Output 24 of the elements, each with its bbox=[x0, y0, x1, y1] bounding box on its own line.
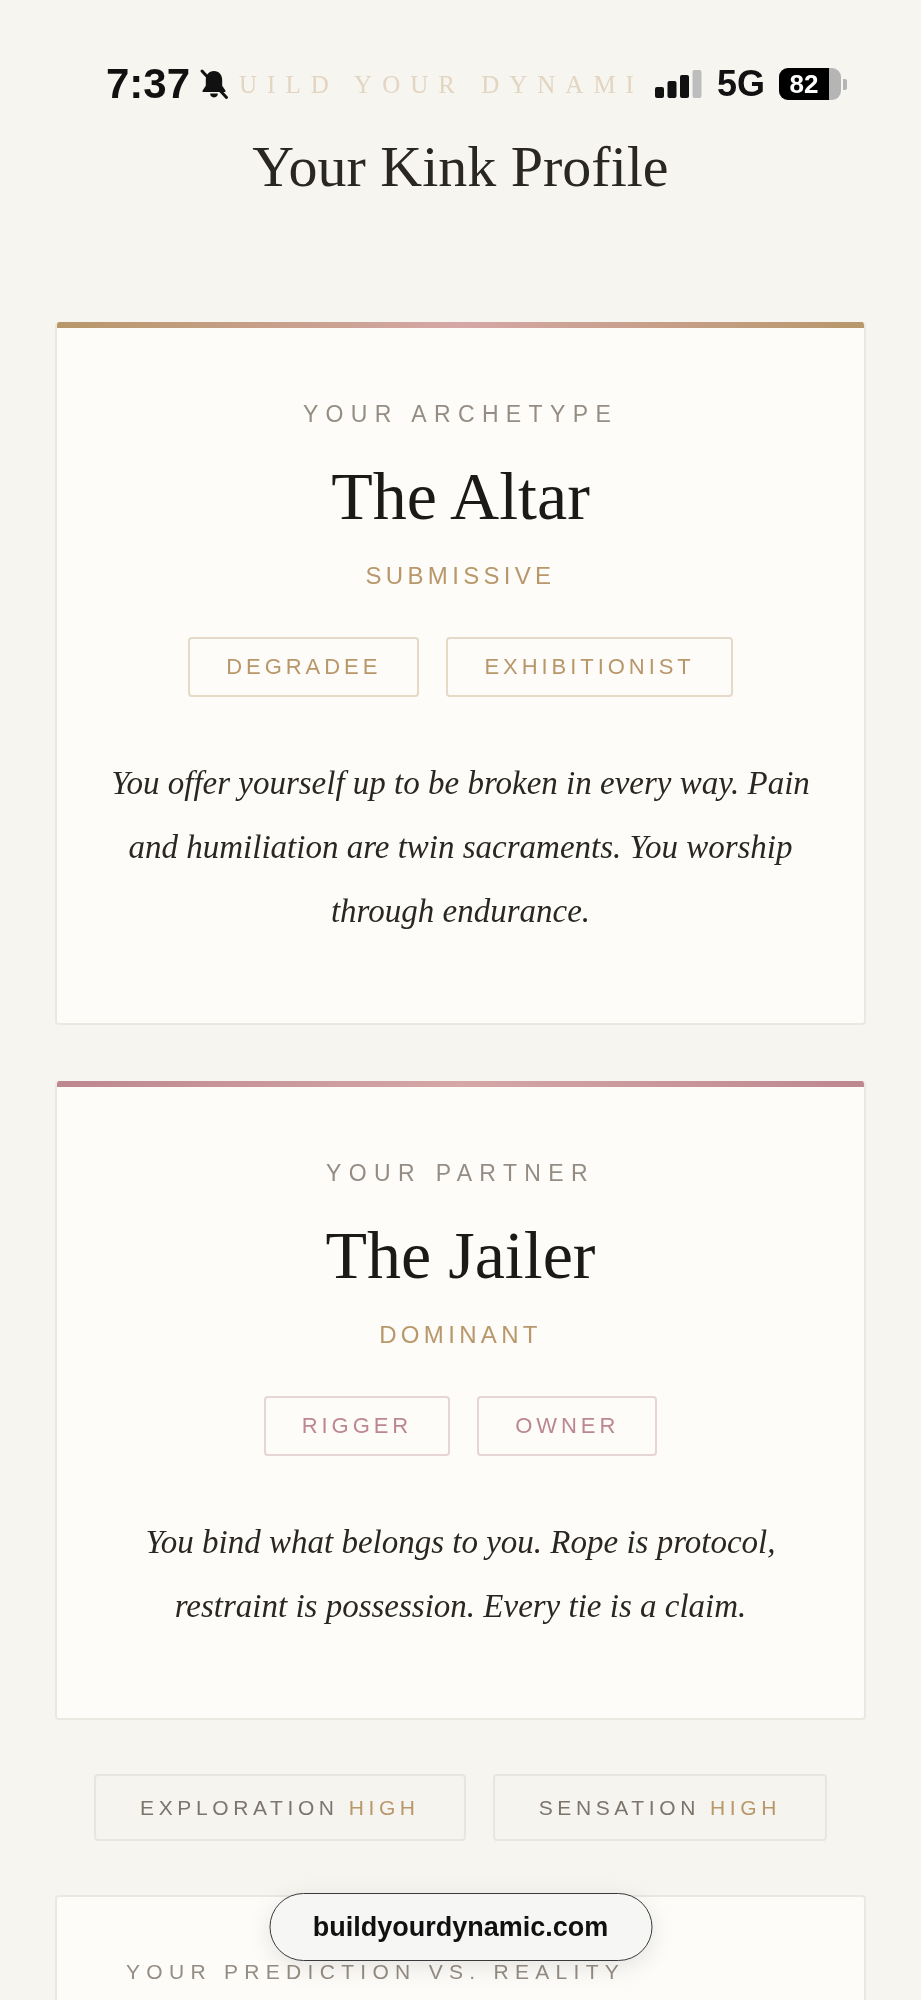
card-label: YOUR PREDICTION VS. REALITY bbox=[126, 1960, 626, 1982]
card-label: YOUR ARCHETYPE bbox=[302, 402, 619, 426]
trait-tag: RIGGER bbox=[263, 1395, 451, 1456]
stat-label: EXPLORATION bbox=[140, 1796, 339, 1818]
role-text: DOMINANT bbox=[379, 1322, 542, 1347]
trait-tag: OWNER bbox=[477, 1395, 658, 1456]
card-title: The Altar bbox=[331, 461, 590, 530]
card-label: YOUR PARTNER bbox=[326, 1161, 595, 1185]
card-title: The Jailer bbox=[325, 1220, 596, 1289]
stat-value: HIGH bbox=[348, 1796, 420, 1818]
bell-off-icon bbox=[198, 68, 231, 100]
trait-tag: EXHIBITIONIST bbox=[446, 636, 733, 697]
battery-percentage: 82 bbox=[789, 71, 819, 97]
trait-tag: DEGRADEE bbox=[188, 636, 420, 697]
role-text: SUBMISSIVE bbox=[365, 563, 556, 588]
network-type: 5G bbox=[716, 66, 765, 102]
card-description: You bind what belongs to you. Rope is protocol, restraint is possession. Every tie is a claim. bbox=[144, 1522, 777, 1626]
card-description: You offer yourself up to be broken in every way. Pain and humiliation are twin sacraments. You worship through endurance. bbox=[110, 763, 811, 931]
page-title: Your Kink Profile bbox=[252, 134, 669, 201]
stat-value: HIGH bbox=[710, 1796, 781, 1818]
url-bar[interactable]: buildyourdynamic.com bbox=[269, 1893, 652, 1961]
stat-label: SENSATION bbox=[538, 1796, 700, 1818]
status-time: 7:37 bbox=[106, 63, 191, 105]
signal-icon bbox=[654, 70, 702, 98]
